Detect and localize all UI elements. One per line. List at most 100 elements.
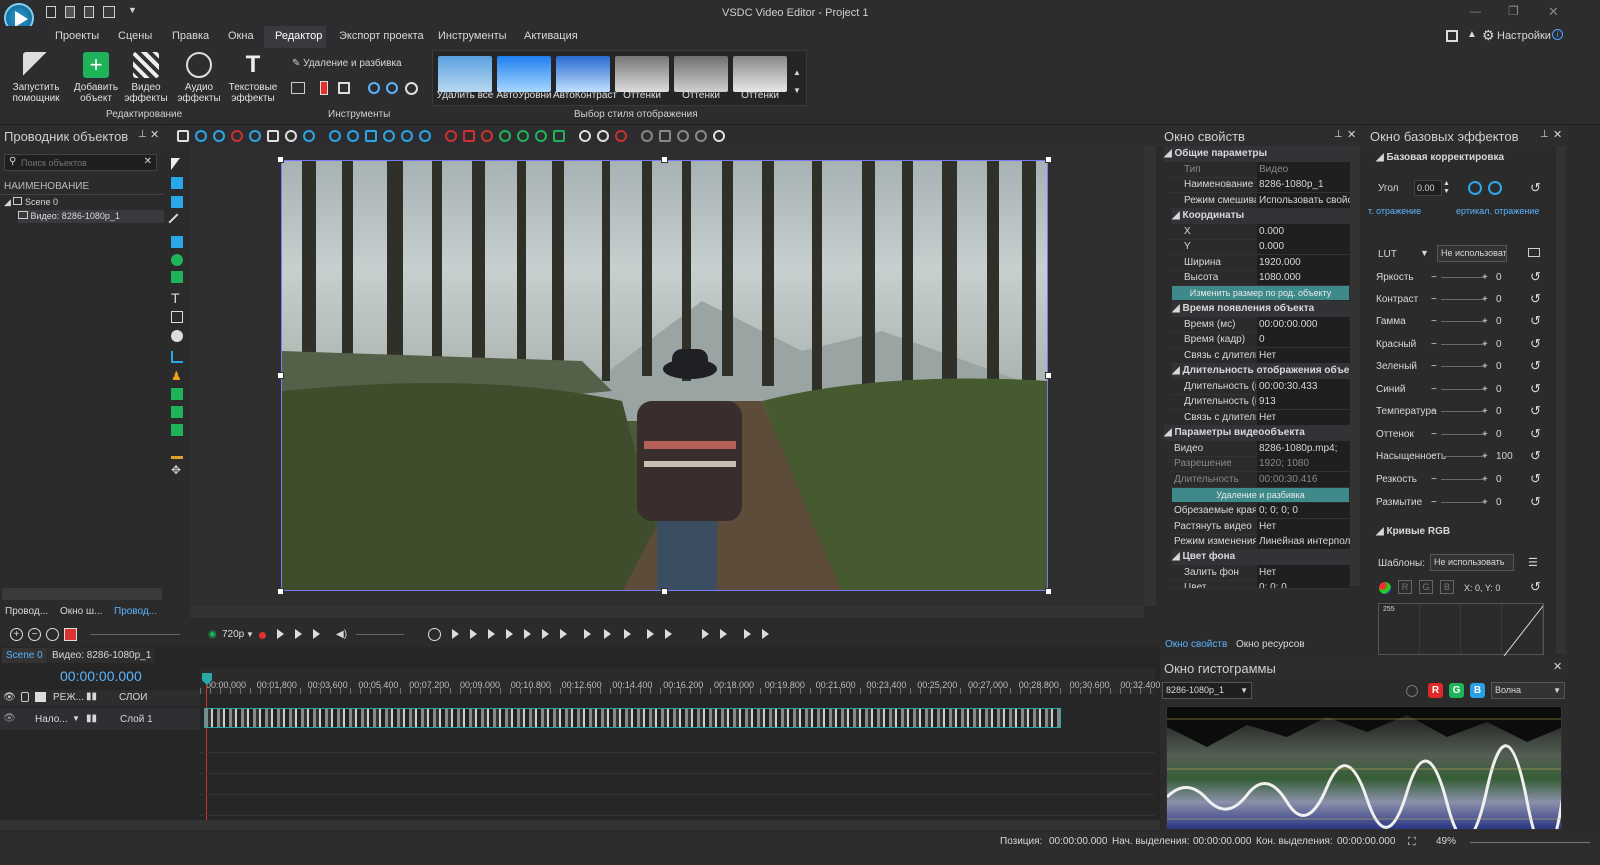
- video-clip[interactable]: [204, 708, 1061, 728]
- style-thumb-autocontrast[interactable]: [556, 56, 610, 92]
- effect-reset-icon[interactable]: ↺: [1530, 403, 1541, 419]
- effect-reset-icon[interactable]: ↺: [1530, 358, 1541, 374]
- prop-duration-frame-value[interactable]: 913: [1257, 394, 1350, 409]
- preview-eye-icon[interactable]: ◉: [208, 629, 217, 640]
- search-input[interactable]: [21, 156, 141, 169]
- clock-icon[interactable]: [428, 628, 441, 641]
- effect-reset-icon[interactable]: ↺: [1530, 291, 1541, 307]
- search-clear-icon[interactable]: ✕: [144, 156, 152, 167]
- histogram-close-icon[interactable]: ✕: [1553, 660, 1562, 673]
- speed-tool-icon[interactable]: [405, 82, 418, 95]
- effect-reset-icon[interactable]: ↺: [1530, 336, 1541, 352]
- angle-reset-icon[interactable]: ↺: [1530, 180, 1541, 196]
- resize-handle-br[interactable]: [1045, 588, 1052, 595]
- split-icon[interactable]: [647, 629, 654, 639]
- subtitle-tool-icon[interactable]: [171, 311, 183, 323]
- quick-access-dropdown-icon[interactable]: ▼: [128, 5, 137, 15]
- curve-graph[interactable]: 255: [1378, 603, 1544, 656]
- effect-slider[interactable]: [1441, 479, 1486, 480]
- effect-value[interactable]: 0: [1496, 336, 1502, 354]
- histogram-channels-icon[interactable]: [1406, 685, 1418, 697]
- align-top-icon[interactable]: [383, 130, 395, 142]
- effect-row-4[interactable]: Зеленый − +0 ↺: [1376, 358, 1546, 376]
- effect-minus-icon[interactable]: −: [1431, 291, 1437, 309]
- effect-reset-icon[interactable]: ↺: [1530, 313, 1541, 329]
- grid-lines-icon[interactable]: [659, 130, 671, 142]
- effects-vscroll[interactable]: [1556, 146, 1566, 654]
- settings-label[interactable]: Настройки: [1497, 30, 1551, 42]
- prop-color-value[interactable]: 0; 0; 0: [1257, 580, 1350, 588]
- rotate-90-right-icon[interactable]: [1488, 181, 1502, 195]
- effect-slider[interactable]: [1441, 434, 1486, 435]
- prop-blend-value[interactable]: Использовать свойство: [1257, 193, 1350, 208]
- zoom-timeline-icon[interactable]: [720, 629, 727, 639]
- effect-slider[interactable]: [1441, 321, 1486, 322]
- tab-resources[interactable]: Окно ресурсов: [1236, 639, 1305, 650]
- split-tool-icon[interactable]: [291, 82, 305, 94]
- trim-tool-icon[interactable]: [320, 81, 328, 95]
- same-size-icon[interactable]: [481, 130, 493, 142]
- effect-plus-icon[interactable]: +: [1482, 358, 1488, 376]
- tab-properties[interactable]: Окно свойств: [1165, 639, 1227, 650]
- quality-dropdown-icon[interactable]: ▼: [246, 630, 254, 639]
- style-thumb-autolevels[interactable]: [497, 56, 551, 92]
- menu-edit[interactable]: Правка: [172, 30, 209, 42]
- add-object-button[interactable]: + Добавить объект: [70, 52, 122, 104]
- prop-height-value[interactable]: 1080.000: [1257, 270, 1350, 285]
- effect-row-10[interactable]: Размытие − +0 ↺: [1376, 494, 1546, 512]
- lut-folder-icon[interactable]: [1528, 248, 1540, 257]
- zoom-in-icon[interactable]: +: [10, 628, 23, 641]
- menu-scenes[interactable]: Сцены: [118, 30, 152, 42]
- section-video[interactable]: ◢ Параметры видеообъекта: [1164, 425, 1350, 441]
- wizard-button[interactable]: Запустить помощник: [4, 52, 68, 104]
- pointer-tool-icon[interactable]: [171, 158, 180, 170]
- unlink-icon[interactable]: [762, 629, 769, 639]
- properties-vscroll[interactable]: [1350, 146, 1360, 586]
- join-icon[interactable]: [665, 629, 672, 639]
- angle-stepper[interactable]: ▲ ▼: [1443, 180, 1450, 196]
- effect-row-2[interactable]: Гамма − +0 ↺: [1376, 313, 1546, 331]
- flip-horizontal-link[interactable]: т. отражение: [1368, 206, 1421, 216]
- rectangle-shape-icon[interactable]: [171, 236, 183, 248]
- quality-select[interactable]: 720p: [222, 629, 244, 640]
- timeline-tab-scene[interactable]: Scene 0: [2, 648, 47, 663]
- prop-resize-mode-value[interactable]: Линейная интерполяция: [1257, 534, 1350, 549]
- effect-plus-icon[interactable]: +: [1482, 426, 1488, 444]
- audio-effects-button[interactable]: Аудио эффекты: [172, 52, 226, 104]
- resize-handle-bm[interactable]: [661, 588, 668, 595]
- prop-x-value[interactable]: 0.000: [1257, 224, 1350, 239]
- effect-slider[interactable]: [1441, 277, 1486, 278]
- stop-icon[interactable]: [506, 629, 513, 639]
- align-bottom-icon[interactable]: [419, 130, 431, 142]
- effect-plus-icon[interactable]: +: [1482, 336, 1488, 354]
- move-down-icon[interactable]: [517, 130, 529, 142]
- section-appear[interactable]: ◢ Время появления объекта: [1172, 301, 1350, 317]
- explorer-close-icon[interactable]: ✕: [150, 128, 159, 141]
- zoom-fit-icon[interactable]: [46, 628, 59, 641]
- style-shades-1-label[interactable]: Оттенки: [612, 90, 672, 101]
- prop-duration-ms[interactable]: Длительность (мс)00:00:30.433: [1170, 379, 1350, 395]
- prop-start-link-value[interactable]: Нет: [1257, 348, 1350, 363]
- menu-export[interactable]: Экспорт проекта: [339, 30, 424, 42]
- align-right-icon[interactable]: [365, 130, 377, 142]
- scene-vscroll[interactable]: [1144, 146, 1156, 606]
- send-back-icon[interactable]: [553, 130, 565, 142]
- gallery-scroll-up-icon[interactable]: ▲: [793, 68, 801, 77]
- layer-tool-icon[interactable]: [171, 196, 183, 208]
- video-effects-button[interactable]: Видео эффекты: [120, 52, 172, 104]
- prop-start-ms[interactable]: Время (мс) 00:00:00.000: [1170, 317, 1350, 333]
- prop-duration-frame[interactable]: Длительность (кадр)913: [1170, 394, 1350, 410]
- menu-windows[interactable]: Окна: [228, 30, 254, 42]
- effect-reset-icon[interactable]: ↺: [1530, 494, 1541, 510]
- layout-icon[interactable]: [1446, 30, 1458, 42]
- effects-pin-icon[interactable]: ⊥: [1540, 129, 1549, 140]
- prop-x[interactable]: X 0.000: [1170, 224, 1350, 240]
- track-audio-icon[interactable]: ▮▮: [86, 691, 97, 702]
- paste-icon[interactable]: [213, 130, 225, 142]
- spectrum-tool-icon[interactable]: [171, 447, 183, 459]
- video-preview[interactable]: [281, 160, 1048, 591]
- templates-menu-icon[interactable]: ☰: [1528, 556, 1538, 569]
- tab-explorer-1[interactable]: Провод...: [5, 606, 48, 617]
- tab-window[interactable]: Окно ш...: [60, 606, 102, 617]
- maximize-icon[interactable]: ❐: [1508, 4, 1519, 18]
